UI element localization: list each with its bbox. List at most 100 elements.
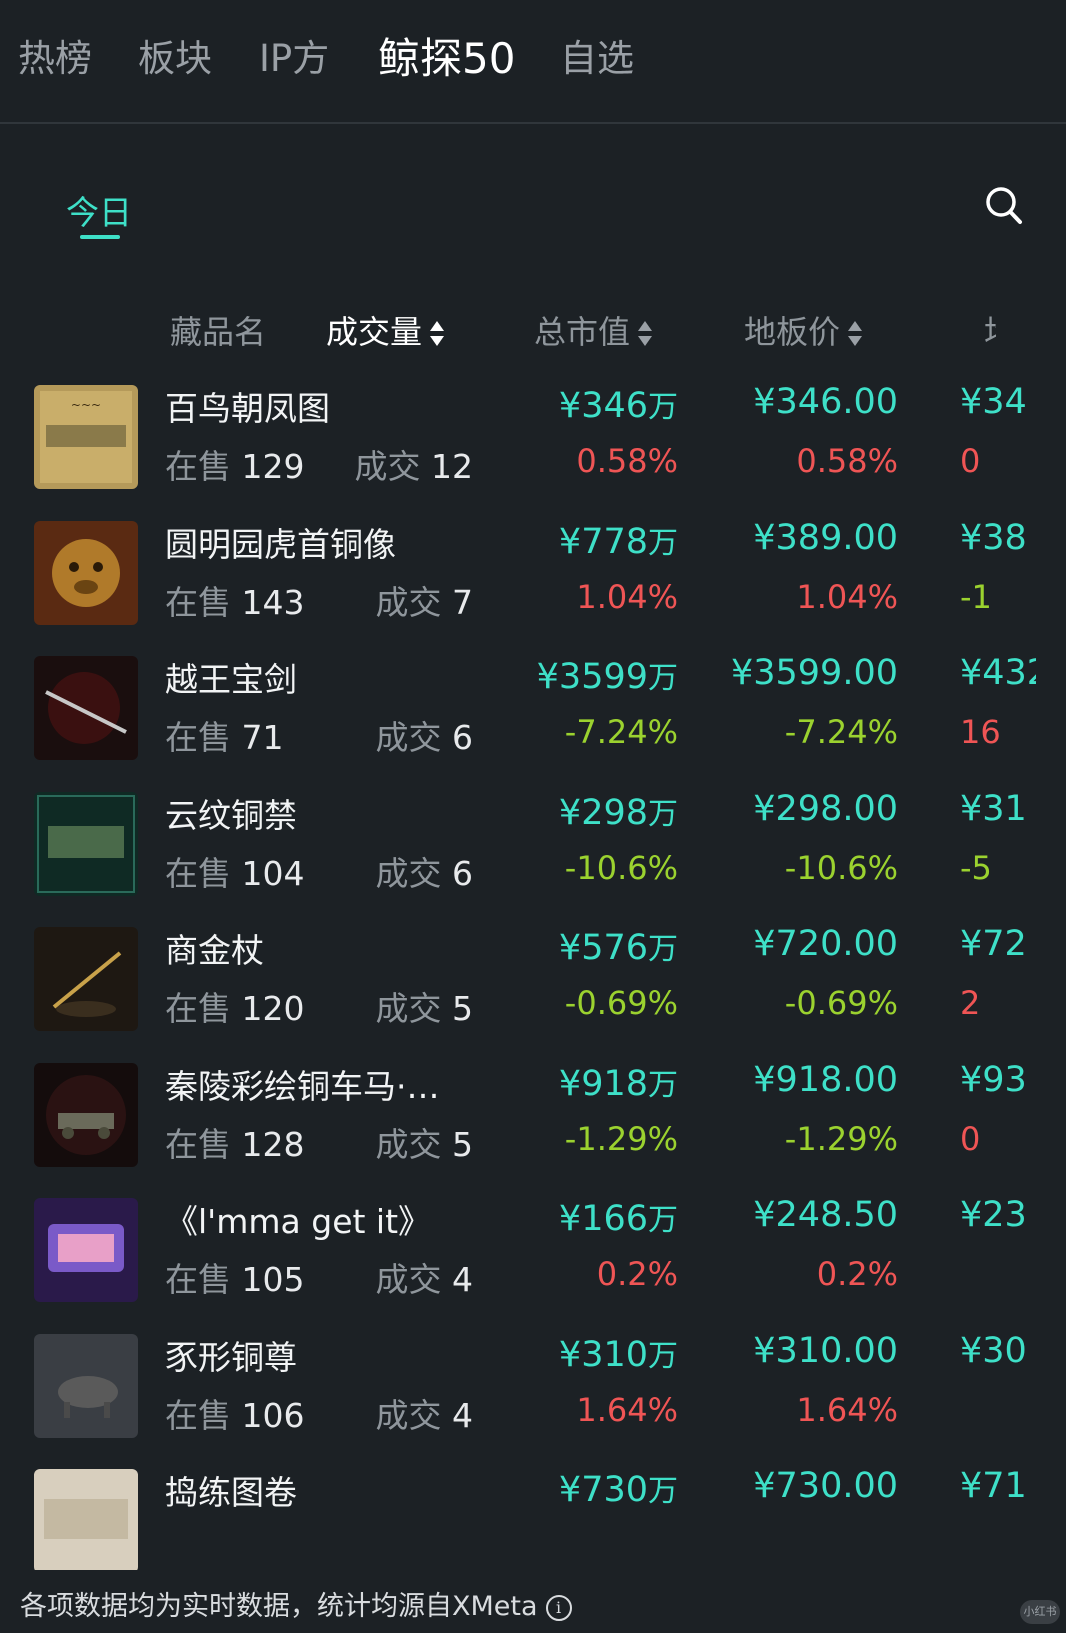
sort-icon — [430, 321, 445, 347]
partial-price: ¥93 — [960, 1059, 1027, 1100]
collection-thumbnail — [34, 520, 138, 625]
tab-today-indicator — [80, 235, 120, 239]
collection-thumbnail: ~~~ — [34, 385, 138, 489]
floor-price-change: -1.29% — [784, 1119, 898, 1158]
market-cap: ¥310万 — [558, 1334, 678, 1375]
collection-thumbnail — [34, 1198, 138, 1302]
collection-thumbnail — [34, 1469, 138, 1570]
partial-column: ¥30 — [960, 1319, 1036, 1460]
floor-price: ¥3599.00 — [730, 653, 898, 693]
collection-thumbnail — [34, 656, 138, 760]
column-header: 藏品名 成交量 总市值 地板价 均 — [0, 295, 1066, 355]
deal-count: 成交 12 — [354, 447, 474, 486]
list-item[interactable]: 商金杖 在售 120 成交 5 ¥576万 ¥720.00 -0.69% -0.69% ¥72… — [0, 912, 1066, 1053]
info-icon[interactable]: i — [545, 1594, 572, 1621]
market-cap: ¥576万 — [558, 928, 678, 968]
tab-jingtan50[interactable]: 鲸探50 — [378, 25, 515, 86]
collection-name: 云纹铜禁 — [165, 795, 297, 835]
list-item[interactable]: 越王宝剑在售 71 成交 6 ¥3599万 ¥3599.00 -7.24% -7.24% ¥… — [0, 641, 1066, 782]
list-item[interactable]: 豕形铜尊 在售 106 成交 4 ¥310万 ¥310.00 1.64% 1.64% ¥30 — [0, 1319, 1066, 1460]
column-name: 藏品名 — [170, 313, 267, 351]
floor-price-change: 1.64% — [796, 1390, 898, 1429]
deal-count: 成交 5 — [375, 989, 474, 1028]
floor-price: ¥730.00 — [753, 1466, 898, 1506]
on-sale-count: 在售 71 — [165, 718, 284, 757]
collection-name: 豕形铜尊 — [165, 1337, 297, 1377]
on-sale-count: 在售 143 — [165, 582, 305, 622]
partial-column: ¥93 0 — [960, 1048, 1036, 1189]
partial-change: 0 — [960, 442, 981, 480]
collection-name: 捣练图卷 — [165, 1473, 297, 1512]
market-cap: ¥3599万 — [536, 657, 678, 697]
tab-hot[interactable]: 热榜 — [18, 28, 92, 82]
deal-count: 成交 4 — [375, 1260, 474, 1299]
floor-price-change: 0.58% — [796, 442, 898, 480]
collection-name: 越王宝剑 — [165, 660, 297, 699]
collection-list: ~~~ 百鸟朝凤图 在售 129 成交 12 ¥346万 ¥346.00 0.58% 0.58… — [0, 370, 1066, 1570]
market-cap: ¥166万 — [558, 1199, 678, 1239]
list-item[interactable]: 捣练图卷 ¥730万 ¥730.00 ¥71 — [0, 1454, 1066, 1570]
list-item[interactable]: 云纹铜禁 在售 104 成交 6 ¥298万 ¥298.00 -10.6% -10.6% ¥3… — [0, 777, 1066, 918]
tab-ip[interactable]: IP方 — [259, 28, 329, 82]
market-cap: ¥298万 — [558, 792, 678, 833]
market-cap: ¥346万 — [558, 386, 678, 426]
collection-thumbnail — [34, 1062, 138, 1167]
partial-column: ¥31 -5 — [960, 777, 1036, 918]
market-cap-change: -0.69% — [564, 984, 678, 1022]
market-cap: ¥730万 — [558, 1470, 678, 1510]
floor-price-change: -0.69% — [784, 984, 898, 1022]
floor-price: ¥720.00 — [753, 924, 898, 964]
floor-price: ¥310.00 — [753, 1330, 898, 1371]
floor-price: ¥346.00 — [753, 382, 898, 422]
partial-column: ¥34 0 — [960, 370, 1036, 511]
column-partial: 均 — [984, 307, 996, 351]
list-item[interactable]: 秦陵彩绘铜车马·… 在售 128 成交 5 ¥918万 ¥918.00 -1.29% -1.… — [0, 1048, 1066, 1189]
partial-change: 0 — [960, 1119, 981, 1158]
floor-price: ¥298.00 — [753, 788, 898, 829]
column-floor-price[interactable]: 地板价 — [744, 307, 863, 353]
floor-price: ¥389.00 — [753, 517, 898, 558]
partial-price: ¥38 — [960, 517, 1027, 558]
partial-price: ¥30 — [960, 1330, 1027, 1371]
top-nav: 热榜 板块 IP方 鲸探50 自选 — [0, 0, 1066, 124]
on-sale-count: 在售 106 — [165, 1395, 305, 1435]
deal-count: 成交 6 — [375, 853, 474, 893]
floor-price-change: 0.2% — [816, 1255, 898, 1293]
partial-column: ¥432 16 — [960, 641, 1036, 782]
collection-thumbnail — [34, 927, 138, 1031]
sort-icon — [638, 321, 653, 347]
deal-count: 成交 6 — [375, 718, 474, 757]
svg-text:~~~: ~~~ — [71, 398, 101, 412]
floor-price-change: 1.04% — [796, 577, 898, 616]
sort-icon — [848, 321, 863, 347]
partial-column: ¥23 — [960, 1183, 1036, 1324]
footer-note: 各项数据均为实时数据，统计均源自XMeta i — [20, 1584, 572, 1623]
list-item[interactable]: 圆明园虎首铜像 在售 143 成交 7 ¥778万 ¥389.00 1.04% 1.04% ¥… — [0, 506, 1066, 647]
collection-name: 秦陵彩绘铜车马·… — [165, 1066, 440, 1106]
market-cap: ¥918万 — [558, 1063, 678, 1104]
tab-sector[interactable]: 板块 — [138, 28, 212, 82]
market-cap-change: 1.64% — [576, 1390, 678, 1429]
on-sale-count: 在售 129 — [165, 447, 305, 486]
partial-price: ¥71 — [960, 1466, 1027, 1506]
search-icon[interactable] — [984, 184, 1024, 228]
footer: 各项数据均为实时数据，统计均源自XMeta i — [0, 1570, 1066, 1633]
deal-count: 成交 5 — [375, 1124, 474, 1164]
tab-today[interactable]: 今日 — [66, 186, 132, 234]
column-market-cap[interactable]: 总市值 — [534, 307, 653, 353]
list-item[interactable]: 《l'mma get it》 在售 105 成交 4 ¥166万 ¥248.50 0.2%… — [0, 1183, 1066, 1324]
column-volume[interactable]: 成交量 — [326, 307, 445, 353]
partial-price: ¥23 — [960, 1195, 1027, 1235]
collection-name: 圆明园虎首铜像 — [165, 524, 396, 564]
market-cap-change: 1.04% — [576, 577, 678, 616]
on-sale-count: 在售 104 — [165, 853, 305, 893]
collection-thumbnail — [34, 1333, 138, 1438]
tab-watchlist[interactable]: 自选 — [560, 28, 634, 82]
list-item[interactable]: ~~~ 百鸟朝凤图 在售 129 成交 12 ¥346万 ¥346.00 0.58% 0.58… — [0, 370, 1066, 511]
market-cap-change: -7.24% — [564, 713, 678, 751]
floor-price-change: -7.24% — [784, 713, 898, 751]
market-cap-change: -10.6% — [564, 848, 678, 887]
partial-change: -1 — [960, 577, 992, 616]
deal-count: 成交 7 — [375, 582, 474, 622]
floor-price: ¥918.00 — [753, 1059, 898, 1100]
